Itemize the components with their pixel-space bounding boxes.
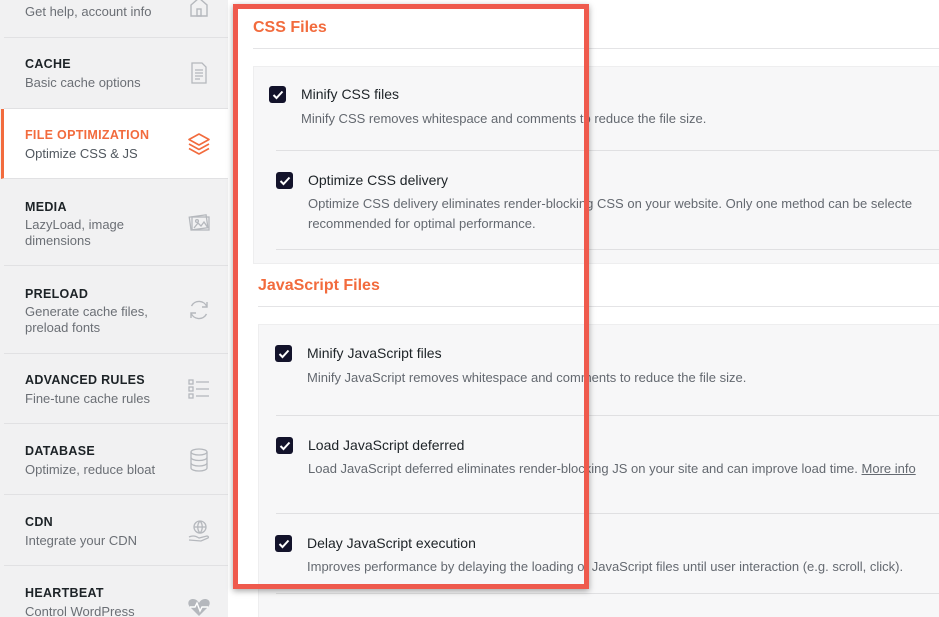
section-title-javascript: JavaScript Files bbox=[258, 277, 380, 294]
sidebar-item-cache[interactable]: CACHE Basic cache options bbox=[4, 38, 228, 109]
delay-js-checkbox[interactable] bbox=[275, 535, 292, 552]
option-divider bbox=[276, 415, 939, 416]
globe-hand-icon bbox=[186, 518, 212, 544]
minify-js-label: Minify JavaScript files bbox=[307, 345, 442, 361]
sidebar-item-file-optimization[interactable]: FILE OPTIMIZATION Optimize CSS & JS bbox=[1, 109, 228, 179]
section-divider bbox=[258, 306, 939, 307]
sidebar-item-sub: Generate cache files, preload fonts bbox=[25, 304, 148, 335]
document-icon bbox=[186, 60, 212, 86]
list-icon bbox=[186, 376, 212, 402]
load-js-deferred-checkbox[interactable] bbox=[276, 437, 293, 454]
minify-css-description: Minify CSS removes whitespace and commen… bbox=[301, 111, 707, 126]
more-info-link[interactable]: More info bbox=[862, 461, 916, 476]
refresh-icon bbox=[186, 297, 212, 323]
sidebar-item-sub: Integrate your CDN bbox=[25, 533, 137, 548]
sidebar-item-sub: Basic cache options bbox=[25, 75, 141, 90]
optimize-css-delivery-description: Optimize CSS delivery eliminates render-… bbox=[308, 196, 913, 231]
sidebar-item-database[interactable]: DATABASE Optimize, reduce bloat bbox=[4, 424, 228, 495]
sidebar-item-sub: Optimize CSS & JS bbox=[25, 146, 138, 161]
load-js-deferred-description: Load JavaScript deferred eliminates rend… bbox=[308, 459, 916, 479]
sidebar-item-advanced-rules[interactable]: ADVANCED RULES Fine-tune cache rules bbox=[4, 354, 228, 424]
home-icon bbox=[186, 0, 212, 20]
sidebar-item-heartbeat[interactable]: HEARTBEAT Control WordPress bbox=[4, 566, 228, 617]
minify-css-checkbox[interactable] bbox=[269, 86, 286, 103]
sidebar-item-sub: LazyLoad, image dimensions bbox=[25, 217, 125, 248]
sidebar-item-title: MEDIA bbox=[25, 200, 67, 214]
sidebar-item-title: PRELOAD bbox=[25, 287, 89, 301]
sidebar-item-sub: Get help, account info bbox=[25, 4, 152, 19]
section-title-css: CSS Files bbox=[253, 19, 327, 36]
sidebar-item-media[interactable]: MEDIA LazyLoad, image dimensions bbox=[4, 179, 228, 266]
layers-icon bbox=[186, 131, 212, 157]
sidebar-item-dashboard[interactable]: Get help, account info bbox=[4, 0, 228, 38]
sidebar-item-sub: Optimize, reduce bloat bbox=[25, 462, 156, 477]
load-js-deferred-label: Load JavaScript deferred bbox=[308, 437, 465, 453]
heartbeat-icon bbox=[186, 594, 212, 617]
delay-js-label: Delay JavaScript execution bbox=[307, 535, 476, 551]
sidebar-item-preload[interactable]: PRELOAD Generate cache files, preload fo… bbox=[4, 266, 228, 354]
sidebar-item-title: DATABASE bbox=[25, 444, 95, 458]
sidebar-item-sub: Fine-tune cache rules bbox=[25, 391, 151, 406]
sidebar-item-title: FILE OPTIMIZATION bbox=[25, 128, 150, 142]
section-divider bbox=[253, 48, 939, 49]
option-divider bbox=[276, 593, 939, 594]
sidebar-item-title: CDN bbox=[25, 515, 53, 529]
main-content: CSS Files Minify CSS files Minify CSS re… bbox=[228, 0, 939, 617]
optimize-css-delivery-checkbox[interactable] bbox=[276, 172, 293, 189]
minify-js-checkbox[interactable] bbox=[275, 345, 292, 362]
images-icon bbox=[186, 209, 212, 235]
option-divider bbox=[276, 249, 939, 250]
option-divider bbox=[276, 150, 939, 151]
option-divider bbox=[276, 513, 939, 514]
sidebar-item-title: CACHE bbox=[25, 57, 71, 71]
minify-js-description: Minify JavaScript removes whitespace and… bbox=[307, 370, 747, 385]
sidebar-item-title: ADVANCED RULES bbox=[25, 373, 145, 387]
optimize-css-delivery-label: Optimize CSS delivery bbox=[308, 172, 449, 188]
minify-css-label: Minify CSS files bbox=[301, 86, 400, 102]
sidebar-item-sub: Control WordPress bbox=[25, 604, 135, 617]
database-icon bbox=[186, 447, 212, 473]
delay-js-description: Improves performance by delaying the loa… bbox=[307, 559, 904, 574]
load-js-deferred-text: Load JavaScript deferred eliminates rend… bbox=[308, 461, 858, 476]
sidebar-item-title: HEARTBEAT bbox=[25, 586, 104, 600]
sidebar: Get help, account info CACHE Basic cache… bbox=[0, 0, 228, 617]
sidebar-item-cdn[interactable]: CDN Integrate your CDN bbox=[4, 495, 228, 566]
